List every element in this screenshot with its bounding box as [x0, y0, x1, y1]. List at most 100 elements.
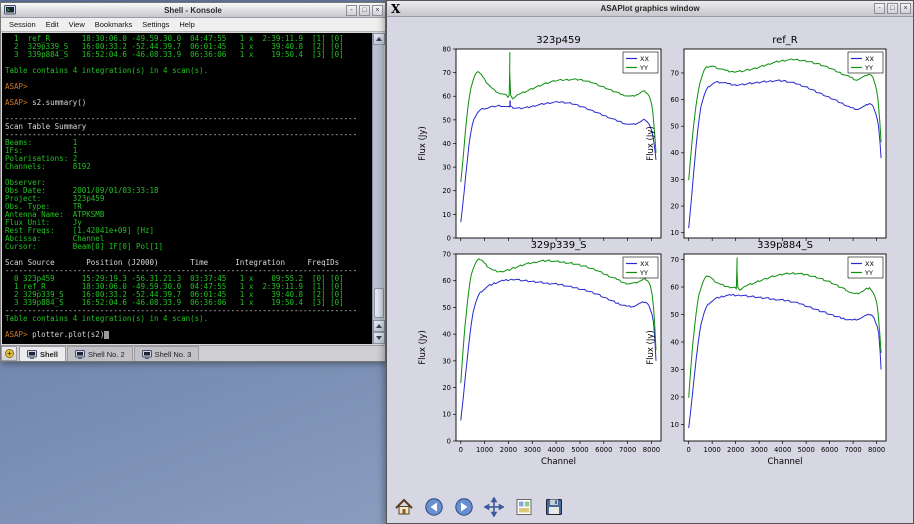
x-tick-label: 0 — [687, 446, 691, 454]
menu-bookmarks[interactable]: Bookmarks — [90, 20, 138, 29]
y-tick-label: 40 — [442, 331, 451, 339]
menu-settings[interactable]: Settings — [137, 20, 174, 29]
forward-button[interactable] — [452, 495, 476, 519]
menu-edit[interactable]: Edit — [41, 20, 64, 29]
konsole-app-icon — [4, 5, 16, 16]
tab-shell[interactable]: Shell — [19, 346, 66, 361]
x-tick-label: 6000 — [595, 446, 612, 454]
maximize-button[interactable]: □ — [887, 3, 898, 14]
terminal-line: ASAP> s2.summary() — [5, 99, 371, 107]
subplot-339p884_S: 0100020003000400050006000700080001020304… — [646, 240, 886, 467]
terminal-line: Cursor: Beam[0] IF[0] Pol[1] — [5, 243, 371, 251]
pan-icon — [484, 497, 504, 517]
y-axis-label: Flux (Jy) — [418, 330, 428, 365]
legend-label: YY — [864, 269, 873, 277]
y-tick-label: 50 — [670, 311, 679, 319]
y-tick-label: 10 — [442, 411, 451, 419]
konsole-window: Shell - Konsole - □ × SessionEditViewBoo… — [0, 2, 386, 362]
konsole-window-controls: - □ × — [346, 5, 383, 16]
close-button[interactable]: × — [372, 5, 383, 16]
legend-label: YY — [639, 64, 648, 72]
minimize-button[interactable]: - — [874, 3, 885, 14]
x-tick-label: 5000 — [797, 446, 814, 454]
y-axis-label: Flux (Jy) — [418, 126, 428, 161]
subplot-ref_R: 10203040506070ref_RFlux (Jy)XXYY — [646, 35, 886, 241]
terminal-icon — [27, 350, 37, 359]
save-button[interactable] — [542, 495, 566, 519]
new-session-button[interactable] — [1, 346, 17, 361]
y-tick-label: 20 — [442, 384, 451, 392]
configure-subplots-icon — [514, 497, 534, 517]
home-button[interactable] — [392, 495, 416, 519]
y-tick-label: 70 — [670, 256, 679, 264]
minimize-button[interactable]: - — [346, 5, 357, 16]
terminal-scrollbar[interactable] — [372, 33, 384, 344]
y-tick-label: 10 — [670, 421, 679, 429]
legend-label: XX — [640, 260, 649, 268]
konsole-title: Shell - Konsole — [1, 6, 385, 15]
tab-shell-no-2[interactable]: Shell No. 2 — [67, 346, 133, 361]
x-tick-label: 4000 — [547, 446, 564, 454]
terminal-icon — [75, 350, 85, 359]
save-icon — [544, 497, 564, 517]
plot-canvas[interactable]: 01020304050607080323p459Flux (Jy)XXYY102… — [387, 17, 913, 493]
close-button[interactable]: × — [900, 3, 911, 14]
asaplot-title: ASAPlot graphics window — [387, 4, 913, 13]
arrow-down-icon — [376, 336, 382, 340]
asaplot-window-controls: - □ × — [874, 3, 911, 14]
y-tick-label: 0 — [447, 234, 451, 242]
asaplot-titlebar[interactable]: X ASAPlot graphics window - □ × — [387, 1, 913, 17]
menu-view[interactable]: View — [64, 20, 90, 29]
y-tick-label: 50 — [442, 116, 451, 124]
pan-button[interactable] — [482, 495, 506, 519]
y-tick-label: 40 — [670, 149, 679, 157]
x-axis-label: Channel — [768, 457, 803, 467]
tab-shell-no-3[interactable]: Shell No. 3 — [134, 346, 200, 361]
scroll-up-button-bottom[interactable] — [373, 320, 385, 332]
x-tick-label: 2000 — [727, 446, 744, 454]
maximize-button[interactable]: □ — [359, 5, 370, 16]
y-tick-label: 60 — [442, 277, 451, 285]
konsole-titlebar[interactable]: Shell - Konsole - □ × — [1, 3, 385, 18]
x-tick-label: 1000 — [704, 446, 721, 454]
menu-help[interactable]: Help — [174, 20, 199, 29]
y-axis-label: Flux (Jy) — [646, 330, 656, 365]
legend-label: XX — [640, 55, 649, 63]
home-icon — [394, 497, 414, 517]
tab-label: Shell No. 3 — [155, 350, 192, 359]
x-tick-label: 0 — [459, 446, 463, 454]
y-tick-label: 10 — [670, 229, 679, 237]
y-tick-label: 30 — [670, 176, 679, 184]
scroll-down-button[interactable] — [373, 332, 385, 344]
y-tick-label: 70 — [442, 250, 451, 258]
y-tick-label: 40 — [442, 140, 451, 148]
terminal-screen[interactable]: 1 ref_R 18:30:06.0 -49.59.30.0 04:47:55 … — [2, 33, 384, 344]
terminal-line: ASAP> plotter.plot(s2) — [5, 331, 371, 339]
subplot-title: ref_R — [772, 35, 798, 46]
terminal-output: 1 ref_R 18:30:06.0 -49.59.30.0 04:47:55 … — [5, 35, 371, 344]
x-tick-label: 6000 — [821, 446, 838, 454]
back-button[interactable] — [422, 495, 446, 519]
terminal-line: ASAP> — [5, 83, 371, 91]
scrollbar-thumb[interactable] — [374, 288, 384, 318]
menu-session[interactable]: Session — [4, 20, 41, 29]
y-tick-label: 30 — [442, 164, 451, 172]
legend-label: YY — [864, 64, 873, 72]
x-tick-label: 7000 — [619, 446, 636, 454]
y-axis-label: Flux (Jy) — [646, 126, 656, 161]
scroll-up-button[interactable] — [373, 33, 385, 45]
y-tick-label: 50 — [442, 304, 451, 312]
arrow-up-icon — [376, 324, 382, 328]
terminal-line: Channels: 8192 — [5, 163, 371, 171]
tab-label: Shell — [40, 350, 58, 359]
configure-subplots-button[interactable] — [512, 495, 536, 519]
x-tick-label: 8000 — [868, 446, 885, 454]
x-tick-label: 7000 — [844, 446, 861, 454]
y-tick-label: 30 — [442, 357, 451, 365]
y-tick-label: 60 — [670, 283, 679, 291]
y-tick-label: 60 — [670, 96, 679, 104]
terminal-icon — [142, 350, 152, 359]
terminal-line: Table contains 4 integration(s) in 4 sca… — [5, 67, 371, 75]
y-tick-label: 30 — [670, 366, 679, 374]
forward-arrow-icon — [454, 497, 474, 517]
